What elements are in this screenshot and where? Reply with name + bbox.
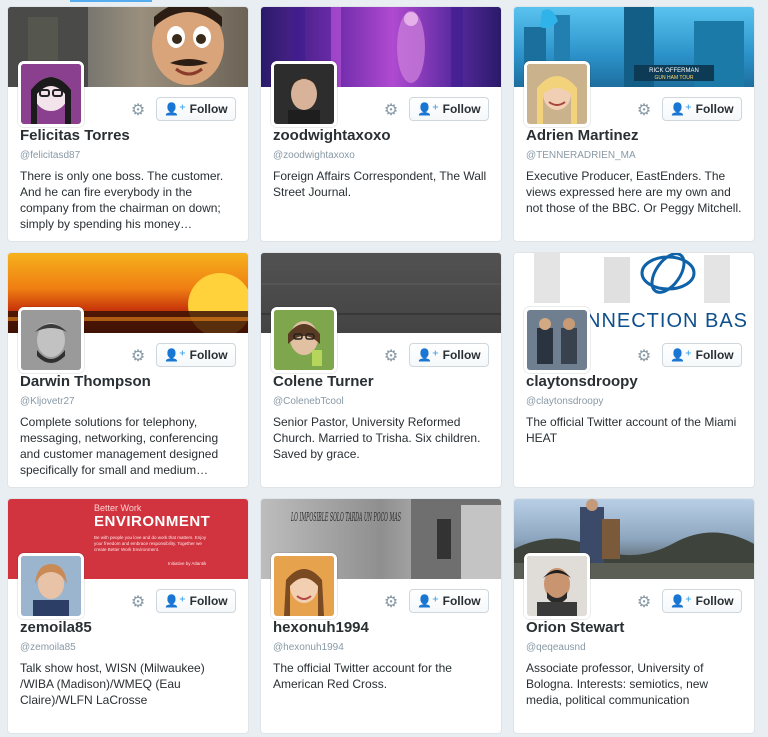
user-bio: Executive Producer, EastEnders. The view…	[526, 169, 742, 215]
gear-icon[interactable]: ⚙	[130, 595, 146, 611]
user-card[interactable]: ⚙ 👤⁺ Follow zoodwightaxoxo @zoodwightaxo…	[260, 6, 502, 242]
user-card[interactable]: NNECTION BAS ⚙ 👤⁺ Follow claytonsdroopy …	[513, 252, 755, 488]
connection-banner-text: NNECTION BAS	[586, 310, 748, 332]
avatar[interactable]	[18, 61, 84, 127]
marquee-subtext: GUN HAM TOUR	[655, 75, 694, 81]
user-bio: The official Twitter account of the Miam…	[526, 415, 737, 445]
gear-icon[interactable]: ⚙	[636, 595, 652, 611]
user-bio: Complete solutions for telephony, messag…	[20, 415, 219, 477]
user-name[interactable]: Orion Stewart	[526, 619, 624, 636]
banner-credit: Initiative by Atlantik	[168, 561, 207, 566]
add-user-icon: 👤⁺	[164, 594, 186, 608]
user-handle[interactable]: @hexonuh1994	[273, 642, 344, 653]
avatar[interactable]	[18, 307, 84, 373]
gear-icon[interactable]: ⚙	[130, 103, 146, 119]
user-bio: Associate professor, University of Bolog…	[526, 661, 709, 707]
user-handle[interactable]: @TENNERADRIEN_MA	[526, 150, 636, 161]
add-user-icon: 👤⁺	[670, 102, 692, 116]
gear-icon[interactable]: ⚙	[130, 349, 146, 365]
avatar[interactable]	[524, 307, 590, 373]
banner-title: ENVIRONMENT	[94, 513, 211, 530]
marquee-text: RICK OFFERMAN	[649, 68, 699, 74]
user-card[interactable]: RICK OFFERMAN GUN HAM TOUR ⚙ 👤⁺ Follow A…	[513, 6, 755, 242]
user-name[interactable]: claytonsdroopy	[526, 373, 638, 390]
avatar[interactable]	[18, 553, 84, 619]
user-card[interactable]: ⚙ 👤⁺ Follow Darwin Thompson @Kljovetr27 …	[7, 252, 249, 488]
user-name[interactable]: Adrien Martinez	[526, 127, 639, 144]
user-card[interactable]: ⚙ 👤⁺ Follow Orion Stewart @qeqeausnd Ass…	[513, 498, 755, 734]
avatar[interactable]	[271, 307, 337, 373]
user-handle[interactable]: @claytonsdroopy	[526, 396, 603, 407]
gear-icon[interactable]: ⚙	[383, 103, 399, 119]
user-name[interactable]: zemoila85	[20, 619, 92, 636]
user-bio: Talk show host, WISN (Milwaukee) /WIBA (…	[20, 661, 205, 707]
add-user-icon: 👤⁺	[670, 348, 692, 362]
user-bio: Foreign Affairs Correspondent, The Wall …	[273, 169, 487, 199]
follow-button[interactable]: 👤⁺ Follow	[662, 343, 742, 367]
user-name[interactable]: zoodwightaxoxo	[273, 127, 391, 144]
user-handle[interactable]: @ColenebTcool	[273, 396, 344, 407]
user-card[interactable]: LO IMPOSIBLE SOLO TARDA UN POCO MAS ⚙ 👤⁺…	[260, 498, 502, 734]
follow-button[interactable]: 👤⁺ Follow	[409, 343, 489, 367]
follow-button[interactable]: 👤⁺ Follow	[409, 97, 489, 121]
follow-button[interactable]: 👤⁺ Follow	[156, 343, 236, 367]
user-bio: Senior Pastor, University Reformed Churc…	[273, 415, 481, 461]
follow-button[interactable]: 👤⁺ Follow	[662, 589, 742, 613]
avatar[interactable]	[524, 553, 590, 619]
add-user-icon: 👤⁺	[417, 102, 439, 116]
avatar[interactable]	[271, 61, 337, 127]
graffiti-text: LO IMPOSIBLE SOLO TARDA UN POCO MAS	[291, 510, 401, 524]
add-user-icon: 👤⁺	[417, 348, 439, 362]
user-handle[interactable]: @felicitasd87	[20, 150, 80, 161]
who-to-follow-grid: ⚙ 👤⁺ Follow Felicitas Torres @felicitasd…	[0, 0, 768, 737]
user-card[interactable]: ⚙ 👤⁺ Follow Colene Turner @ColenebTcool …	[260, 252, 502, 488]
gear-icon[interactable]: ⚙	[383, 595, 399, 611]
follow-button[interactable]: 👤⁺ Follow	[409, 589, 489, 613]
user-name[interactable]: hexonuh1994	[273, 619, 369, 636]
add-user-icon: 👤⁺	[670, 594, 692, 608]
user-bio: The official Twitter account for the Ame…	[273, 661, 452, 691]
user-name[interactable]: Colene Turner	[273, 373, 374, 390]
add-user-icon: 👤⁺	[164, 348, 186, 362]
user-handle[interactable]: @Kljovetr27	[20, 396, 75, 407]
avatar[interactable]	[271, 553, 337, 619]
add-user-icon: 👤⁺	[417, 594, 439, 608]
follow-button[interactable]: 👤⁺ Follow	[156, 589, 236, 613]
user-name[interactable]: Darwin Thompson	[20, 373, 151, 390]
gear-icon[interactable]: ⚙	[636, 349, 652, 365]
user-name[interactable]: Felicitas Torres	[20, 127, 130, 144]
follow-button[interactable]: 👤⁺ Follow	[156, 97, 236, 121]
follow-button[interactable]: 👤⁺ Follow	[662, 97, 742, 121]
user-handle[interactable]: @zoodwightaxoxo	[273, 150, 355, 161]
user-card[interactable]: ⚙ 👤⁺ Follow Felicitas Torres @felicitasd…	[7, 6, 249, 242]
avatar[interactable]	[524, 61, 590, 127]
gear-icon[interactable]: ⚙	[383, 349, 399, 365]
user-bio: There is only one boss. The customer. An…	[20, 169, 224, 231]
add-user-icon: 👤⁺	[164, 102, 186, 116]
user-handle[interactable]: @zemoila85	[20, 642, 76, 653]
gear-icon[interactable]: ⚙	[636, 103, 652, 119]
user-handle[interactable]: @qeqeausnd	[526, 642, 586, 653]
banner-subtitle: Be with people you love and do work that…	[94, 535, 207, 552]
banner-kicker: Better Work	[94, 503, 142, 513]
user-card[interactable]: Better Work ENVIRONMENT Be with people y…	[7, 498, 249, 734]
